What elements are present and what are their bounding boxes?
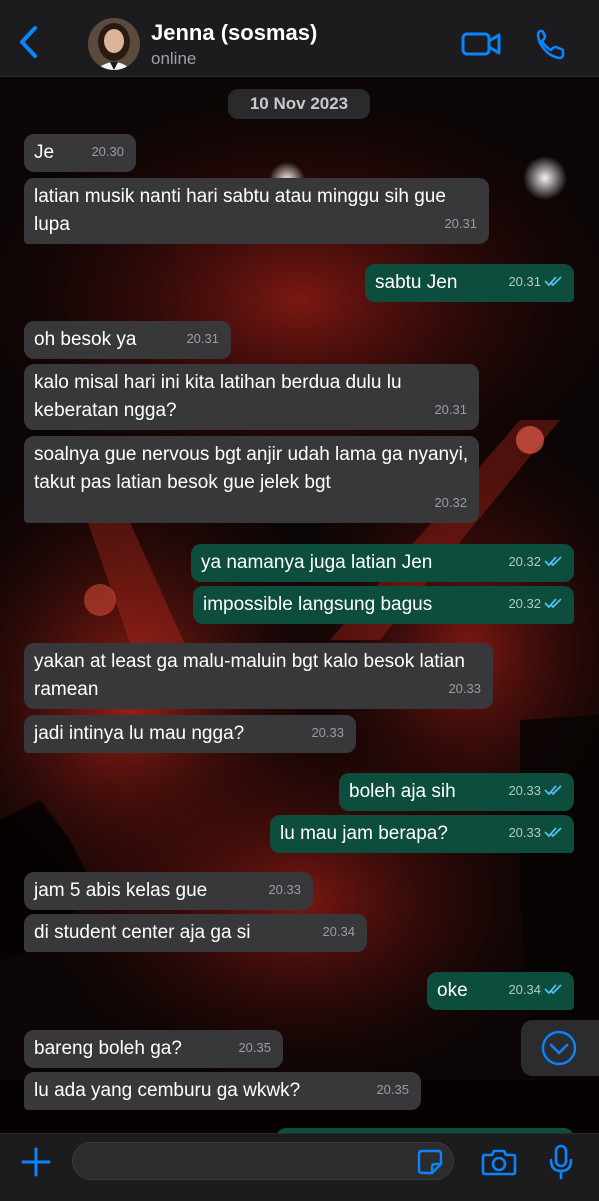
message-bubble-outgoing[interactable]: ya namanya juga latian Jen 20.32 (191, 544, 574, 582)
camera-icon (481, 1149, 517, 1176)
message-text: jadi intinya lu mau ngga? (34, 723, 245, 744)
message-bubble-incoming[interactable]: lu ada yang cemburu ga wkwk? 20.35 (24, 1072, 421, 1110)
message-bubble-outgoing[interactable]: boleh aja sih 20.33 (339, 773, 574, 811)
message-bubble-incoming[interactable]: jadi intinya lu mau ngga? 20.33 (24, 715, 356, 753)
video-camera-icon (461, 32, 501, 56)
date-separator: 10 Nov 2023 (228, 89, 370, 119)
message-time: 20.31 (434, 402, 467, 417)
message-time: 20.31 (508, 274, 541, 289)
message-time: 20.33 (268, 882, 301, 897)
attach-button[interactable] (20, 1146, 52, 1178)
message-meta: 20.33 (508, 819, 564, 847)
message-text: lu ada yang cemburu ga wkwk? (34, 1080, 301, 1101)
plus-icon (21, 1147, 51, 1177)
read-receipt-icon (544, 827, 562, 838)
message-bubble-outgoing[interactable]: oke 20.34 (427, 972, 574, 1010)
message-text: latian musik nanti hari sabtu atau mingg… (34, 186, 446, 235)
message-text: sabtu Jen (375, 272, 458, 293)
message-time: 20.33 (448, 681, 481, 696)
message-text: lu mau jam berapa? (280, 823, 448, 844)
back-button[interactable] (14, 22, 44, 62)
video-call-button[interactable] (460, 26, 502, 62)
microphone-icon (549, 1144, 573, 1180)
message-meta: 20.34 (508, 976, 564, 1004)
chat-header: Jenna (sosmas) online (0, 0, 599, 77)
message-input-bar (0, 1133, 599, 1201)
message-text: oh besok ya (34, 329, 137, 350)
message-time: 20.32 (434, 495, 467, 510)
message-time: 20.35 (376, 1082, 409, 1097)
sticker-icon (417, 1149, 443, 1175)
message-time: 20.33 (508, 783, 541, 798)
message-time: 20.31 (186, 331, 219, 346)
message-time: 20.34 (508, 982, 541, 997)
message-text: bareng boleh ga? (34, 1038, 182, 1059)
message-time: 20.33 (311, 725, 344, 740)
phone-icon (536, 29, 565, 60)
message-bubble-outgoing[interactable]: lu mau jam berapa? 20.33 (270, 815, 574, 853)
message-bubble-incoming[interactable]: jam 5 abis kelas gue 20.33 (24, 872, 313, 910)
message-bubble-incoming[interactable]: latian musik nanti hari sabtu atau mingg… (24, 178, 489, 244)
read-receipt-icon (544, 984, 562, 995)
avatar-image (88, 18, 140, 70)
message-time: 20.35 (238, 1040, 271, 1055)
microphone-button[interactable] (548, 1144, 574, 1180)
message-time: 20.32 (508, 554, 541, 569)
message-text: kalo misal hari ini kita latihan berdua … (34, 372, 402, 421)
message-bubble-incoming[interactable]: oh besok ya 20.31 (24, 321, 231, 359)
voice-call-button[interactable] (534, 26, 568, 62)
message-meta: 20.33 (508, 777, 564, 805)
message-text: soalnya gue nervous bgt anjir udah lama … (34, 444, 469, 493)
message-bubble-incoming[interactable]: soalnya gue nervous bgt anjir udah lama … (24, 436, 479, 523)
scroll-to-bottom-button[interactable] (521, 1020, 599, 1076)
message-text: jam 5 abis kelas gue (34, 880, 208, 901)
chevron-left-icon (20, 26, 37, 58)
message-time: 20.31 (444, 216, 477, 231)
message-text: ya namanya juga latian Jen (201, 552, 433, 573)
message-text: di student center aja ga si (34, 922, 251, 943)
contact-name[interactable]: Jenna (sosmas) (151, 20, 317, 46)
read-receipt-icon (544, 598, 562, 609)
message-bubble-incoming[interactable]: Je 20.30 (24, 134, 136, 172)
camera-button[interactable] (481, 1146, 517, 1178)
read-receipt-icon (544, 276, 562, 287)
read-receipt-icon (544, 785, 562, 796)
message-time: 20.33 (508, 825, 541, 840)
message-bubble-incoming[interactable]: yakan at least ga malu-maluin bgt kalo b… (24, 643, 493, 709)
message-bubble-outgoing[interactable]: sabtu Jen 20.31 (365, 264, 574, 302)
message-bubble-outgoing[interactable]: impossible langsung bagus 20.32 (193, 586, 574, 624)
message-meta: 20.32 (508, 590, 564, 618)
sticker-button[interactable] (416, 1148, 444, 1176)
message-input[interactable] (72, 1142, 454, 1180)
message-time: 20.34 (322, 924, 355, 939)
message-time: 20.32 (508, 596, 541, 611)
contact-status: online (151, 49, 197, 68)
message-bubble-incoming[interactable]: kalo misal hari ini kita latihan berdua … (24, 364, 479, 430)
avatar[interactable] (88, 18, 140, 70)
message-text: oke (437, 980, 468, 1001)
message-meta: 20.32 (508, 548, 564, 576)
message-bubble-incoming[interactable]: bareng boleh ga? 20.35 (24, 1030, 283, 1068)
message-text: Je (34, 142, 55, 163)
message-bubble-incoming[interactable]: di student center aja ga si 20.34 (24, 914, 367, 952)
message-text: boleh aja sih (349, 781, 456, 802)
message-time: 20.30 (91, 144, 124, 159)
message-text: impossible langsung bagus (203, 594, 433, 615)
message-meta: 20.31 (508, 268, 564, 296)
chevron-down-circle-icon (541, 1030, 577, 1066)
read-receipt-icon (544, 556, 562, 567)
message-text: yakan at least ga malu-maluin bgt kalo b… (34, 651, 465, 700)
